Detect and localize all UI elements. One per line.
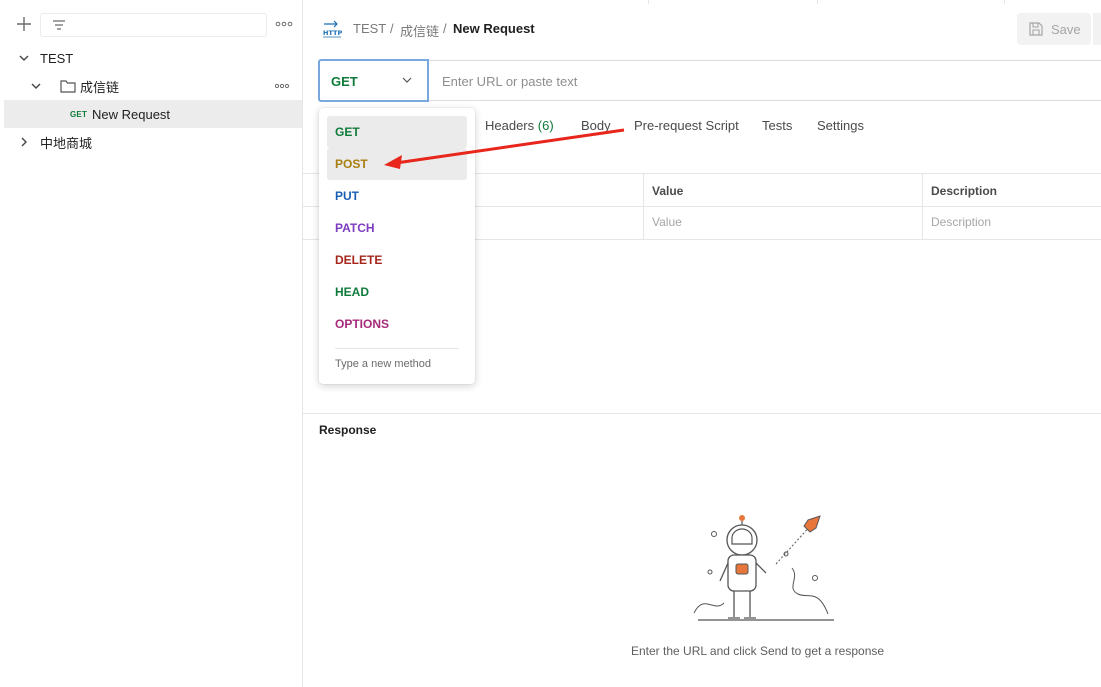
folder-item[interactable]: 成信链 [4,72,302,100]
app-window: TEST 成信链 GET New Request 中地商城 HTTP TEST … [0,0,1101,687]
response-title: Response [319,423,377,437]
more-options-icon[interactable] [274,82,290,90]
table-column-divider [922,173,923,240]
column-header-description: Description [931,184,998,198]
method-option-delete[interactable]: DELETE [327,244,467,276]
chevron-down-icon [402,77,412,83]
save-label: Save [1051,21,1081,37]
column-header-value: Value [652,184,684,198]
new-method-input[interactable]: Type a new method [335,358,431,370]
breadcrumb-folder[interactable]: 成信链 [400,21,439,40]
method-dropdown: GET POST PUT PATCH DELETE HEAD OPTIONS T… [319,108,475,384]
dropdown-divider [335,348,459,349]
method-option-options[interactable]: OPTIONS [327,308,467,340]
response-empty-hint: Enter the URL and click Send to get a re… [631,644,885,658]
tab-strip-edge [1004,0,1005,4]
method-option-put[interactable]: PUT [327,180,467,212]
sidebar-filter-input[interactable] [40,13,267,37]
option-label: HEAD [335,285,370,299]
chevron-right-icon[interactable] [17,135,31,149]
chevron-down-icon[interactable] [29,79,43,93]
option-label: GET [335,125,360,139]
breadcrumb-separator: / [443,21,447,36]
folder-label: 成信链 [80,79,120,95]
tab-tests[interactable]: Tests [762,118,792,133]
description-input[interactable]: Description [931,215,991,229]
headers-count: (6) [537,118,554,133]
request-item[interactable]: GET New Request [4,100,302,128]
value-input[interactable]: Value [652,215,682,229]
collection-item-test[interactable]: TEST [4,44,302,72]
plus-icon[interactable] [14,14,34,34]
option-label: PUT [335,189,359,203]
tab-pre-request-script[interactable]: Pre-request Script [634,118,739,133]
table-column-divider [643,173,644,240]
save-button[interactable]: Save [1017,13,1091,45]
request-label: New Request [92,106,171,122]
tab-label: Headers [485,118,535,133]
method-option-get[interactable]: GET [327,116,467,148]
collection-label: 中地商城 [40,135,93,151]
breadcrumb-collection[interactable]: TEST [353,21,386,36]
tab-strip-edge [648,0,818,4]
response-divider[interactable] [303,413,1101,414]
save-dropdown-button[interactable] [1093,13,1101,45]
tab-settings[interactable]: Settings [817,118,864,133]
method-option-post[interactable]: POST [327,148,467,180]
folder-icon [60,80,76,93]
breadcrumb-separator: / [390,21,394,36]
url-input[interactable]: Enter URL or paste text [429,60,1101,101]
option-label: DELETE [335,253,383,267]
method-option-head[interactable]: HEAD [327,276,467,308]
tab-headers[interactable]: Headers (6) [485,118,554,133]
method-badge: GET [70,110,88,119]
more-options-icon[interactable] [274,17,294,31]
option-label: PATCH [335,221,375,235]
sidebar-toolbar [0,0,303,48]
svg-text:HTTP: HTTP [323,29,342,37]
collection-label: TEST [40,50,74,66]
method-select[interactable]: GET [318,59,429,102]
tab-body[interactable]: Body [581,118,611,133]
method-value: GET [331,74,358,89]
sidebar: TEST 成信链 GET New Request 中地商城 [0,0,303,687]
filter-icon [53,20,65,30]
url-placeholder: Enter URL or paste text [442,74,578,89]
option-label: OPTIONS [335,317,390,331]
option-label: POST [335,157,368,171]
method-option-patch[interactable]: PATCH [327,212,467,244]
breadcrumb-current: New Request [453,21,535,36]
collection-item-zhongdi[interactable]: 中地商城 [4,128,302,156]
astronaut-rocket-illustration [693,515,834,621]
http-icon: HTTP [323,20,342,38]
save-icon [1029,22,1043,36]
chevron-down-icon[interactable] [17,51,31,65]
